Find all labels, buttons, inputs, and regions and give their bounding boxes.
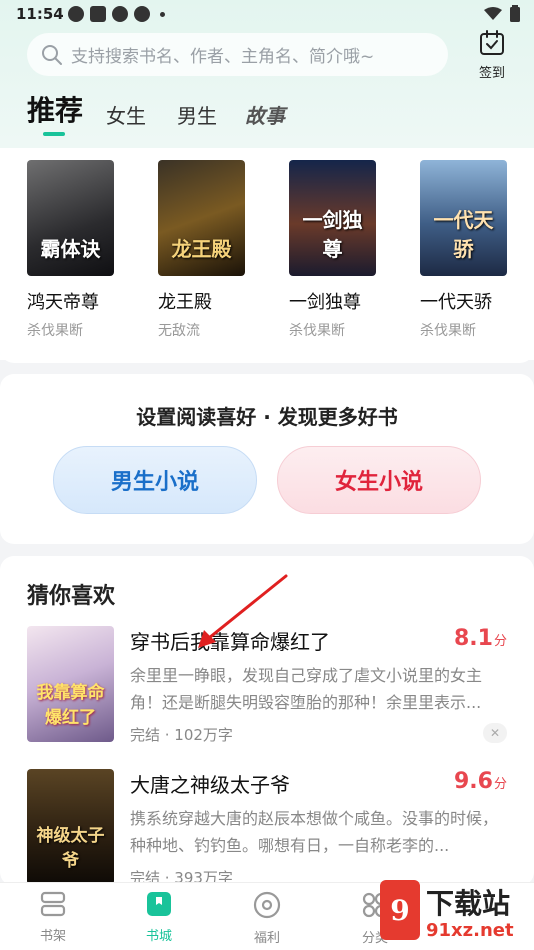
book-title: 一剑独尊	[289, 292, 361, 313]
list-item[interactable]: 神级太子爷 大唐之神级太子爷 9.6分 携系统穿越大唐的赵辰本想做个咸鱼。没事的…	[0, 769, 534, 886]
book-card[interactable]: 龙王殿 龙王殿 无敌流	[158, 160, 248, 340]
score-unit: 分	[493, 777, 507, 792]
nav-bookshelf[interactable]: 书架	[18, 891, 88, 944]
notification-icons	[68, 6, 165, 22]
book-title: 龙王殿	[158, 292, 212, 313]
status-time: 11:54	[16, 5, 64, 23]
book-cover: 我靠算命爆红了	[27, 626, 114, 742]
book-title: 一代天骄	[420, 292, 492, 313]
system-icons	[484, 5, 520, 22]
score-value: 9.6	[454, 769, 493, 794]
tab-recommend[interactable]: 推荐	[27, 89, 83, 129]
book-card[interactable]: 一代天骄 一代天骄 杀伐果断	[420, 160, 510, 340]
book-card[interactable]: 霸体诀 鸿天帝尊 杀伐果断	[27, 160, 117, 340]
watermark-url: 91xz.net	[426, 920, 514, 941]
book-tag: 杀伐果断	[289, 323, 345, 339]
cover-title: 龙王殿	[171, 237, 232, 261]
score-unit: 分	[493, 634, 507, 649]
book-card[interactable]: 一剑独尊 一剑独尊 杀伐果断	[289, 160, 379, 340]
nav-label: 书城	[145, 929, 172, 944]
book-score: 8.1分	[454, 626, 507, 651]
app-notification-icon	[68, 6, 84, 22]
app-notification-icon	[112, 6, 128, 22]
calendar-check-icon	[480, 30, 504, 55]
more-notifications-icon	[160, 11, 165, 17]
section-title: 猜你喜欢	[27, 584, 116, 609]
search-icon	[42, 44, 62, 65]
book-meta: 完结 · 102万字	[130, 726, 233, 744]
tab-story[interactable]: 故事	[245, 100, 285, 129]
nav-label: 书架	[39, 929, 66, 944]
book-title: 大唐之神级太子爷	[130, 773, 290, 797]
watermark-logo: 9	[380, 880, 420, 940]
male-novel-button[interactable]: 男生小说	[53, 446, 257, 514]
book-cover: 神级太子爷	[27, 769, 114, 885]
watermark-text: 下载站	[426, 887, 511, 920]
cover-title: 霸体诀	[40, 237, 101, 261]
cover-title: 我靠算命爆红了	[36, 683, 105, 728]
book-tag: 杀伐果断	[27, 323, 83, 339]
female-novel-button[interactable]: 女生小说	[277, 446, 481, 514]
recommended-section: 霸体诀 鸿天帝尊 杀伐果断 龙王殿 龙王殿 无敌流 一剑独尊 一剑独尊 杀伐果断…	[0, 148, 534, 363]
wifi-icon	[484, 6, 502, 20]
book-score: 9.6分	[454, 769, 507, 794]
reading-preference-section: 设置阅读喜好 · 发现更多好书 男生小说 女生小说	[0, 374, 534, 544]
book-description: 携系统穿越大唐的赵辰本想做个咸鱼。没事的时候，种种地、钓钓鱼。哪想有日，一自称老…	[130, 809, 499, 855]
tab-female[interactable]: 女生	[106, 100, 146, 129]
annotation-arrow	[198, 574, 288, 648]
book-cover: 龙王殿	[158, 160, 245, 276]
status-bar: 11:54	[0, 0, 534, 30]
checkin-button[interactable]: 签到	[470, 30, 514, 81]
bookstore-icon	[147, 892, 171, 916]
bookshelf-icon	[40, 891, 66, 917]
preference-title: 设置阅读喜好 · 发现更多好书	[136, 405, 398, 429]
tab-male[interactable]: 男生	[177, 100, 217, 129]
active-tab-indicator	[43, 132, 65, 136]
book-description: 余里里一睁眼，发现自己穿成了虐文小说里的女主角！还是断腿失明毁容堕胎的那种！余里…	[130, 666, 483, 712]
book-cover: 霸体诀	[27, 160, 114, 276]
close-icon[interactable]: ✕	[483, 723, 507, 743]
app-notification-icon	[134, 6, 150, 22]
score-value: 8.1	[454, 626, 493, 651]
checkin-label: 签到	[478, 66, 505, 81]
cover-title: 神级太子爷	[36, 826, 105, 871]
cover-title: 一代天骄	[433, 208, 494, 261]
nav-bookstore[interactable]: 书城	[124, 891, 194, 944]
site-watermark: 9 下载站 91xz.net	[380, 880, 534, 950]
book-title: 鸿天帝尊	[27, 292, 99, 313]
battery-icon	[510, 5, 520, 22]
nav-label: 福利	[253, 931, 280, 946]
book-tag: 杀伐果断	[420, 323, 476, 339]
book-tag: 无敌流	[158, 323, 200, 339]
welfare-icon	[253, 891, 281, 919]
app-notification-icon	[90, 6, 106, 22]
book-cover: 一剑独尊	[289, 160, 376, 276]
search-input[interactable]: 支持搜索书名、作者、主角名、简介哦~	[27, 33, 448, 76]
book-cover: 一代天骄	[420, 160, 507, 276]
cover-title: 一剑独尊	[302, 208, 363, 261]
search-placeholder: 支持搜索书名、作者、主角名、简介哦~	[71, 47, 375, 67]
nav-welfare[interactable]: 福利	[232, 891, 302, 946]
